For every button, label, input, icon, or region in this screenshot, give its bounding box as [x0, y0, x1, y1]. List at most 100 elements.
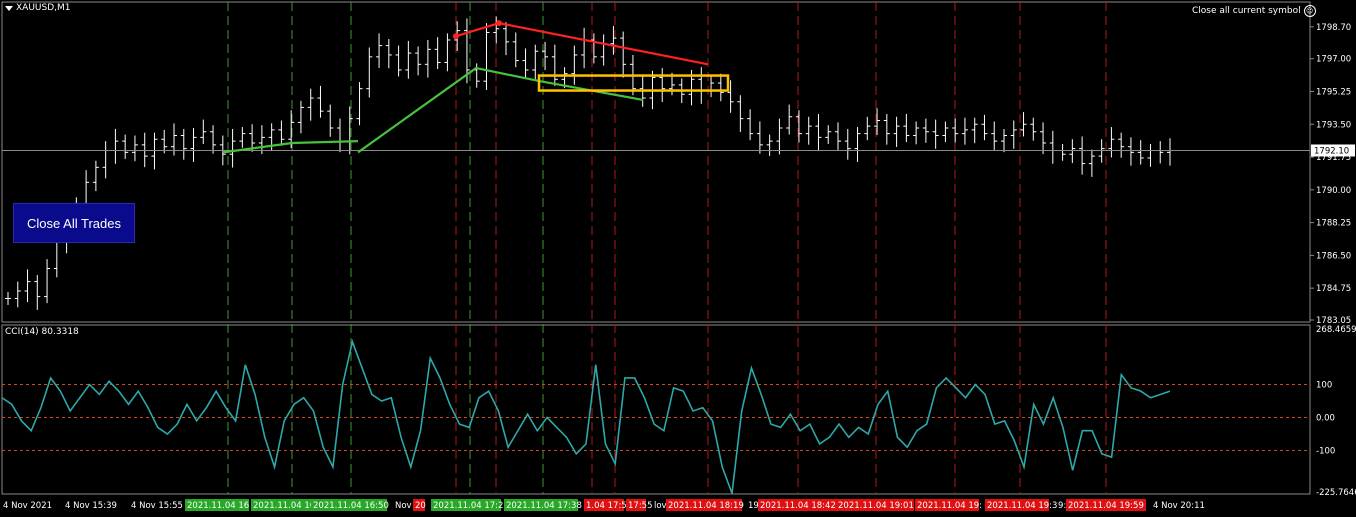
time-label: 4 Nov 15:39	[65, 501, 117, 511]
candle	[200, 119, 207, 144]
time-label: 9:	[1058, 501, 1066, 511]
candle	[1049, 130, 1056, 164]
candle	[854, 127, 861, 162]
candle	[1030, 117, 1037, 141]
trend-pivot-dot	[496, 20, 502, 27]
symbol-label: XAUUSD,M1	[16, 3, 71, 13]
price-tick-label: 1788.25	[1316, 219, 1351, 229]
candle	[395, 45, 402, 77]
candle	[610, 25, 617, 55]
candle	[34, 275, 41, 310]
candle	[942, 121, 949, 143]
candle	[971, 117, 978, 144]
chart-canvas[interactable]: 1798.701797.001795.251793.501791.751790.…	[0, 0, 1356, 517]
dropdown-triangle-icon[interactable]	[5, 5, 13, 11]
cci-panel-frame	[1, 324, 1311, 495]
time-label: 2021.11.04 19:59	[1068, 501, 1144, 511]
price-tick-label: 1786.50	[1316, 251, 1351, 261]
candle	[444, 33, 451, 72]
current-price-label: 1792.10	[1314, 146, 1349, 156]
candle	[102, 141, 109, 179]
candle	[551, 44, 558, 86]
candle	[376, 33, 383, 68]
candle	[190, 128, 197, 162]
price-tick-label: 1790.00	[1316, 186, 1351, 196]
candle	[883, 113, 890, 145]
candle	[698, 67, 705, 104]
candle	[991, 121, 998, 150]
candle	[346, 106, 353, 155]
candle	[24, 269, 31, 303]
candle	[512, 32, 519, 68]
candle	[581, 27, 588, 69]
candle	[5, 291, 11, 306]
cci-tick-label: 268.4659	[1316, 325, 1356, 335]
candle	[278, 120, 285, 146]
close-all-symbol-link[interactable]: Close all current symbol ☺	[1192, 5, 1316, 17]
smiley-icon[interactable]: ☺	[1303, 5, 1316, 17]
candle	[1157, 141, 1164, 164]
candle	[366, 47, 373, 98]
cci-tick-label: -100	[1316, 447, 1335, 457]
candle	[952, 118, 959, 143]
symbol-title: XAUUSD,M1	[5, 3, 71, 13]
green-trendline	[357, 66, 644, 154]
candle	[297, 100, 304, 134]
candle	[522, 48, 529, 79]
candle	[600, 34, 607, 66]
candle	[131, 135, 138, 162]
candle	[180, 128, 187, 160]
time-label: 2021.11.04 19:01	[838, 501, 914, 511]
time-label: 17:55	[628, 501, 653, 511]
candle	[737, 95, 744, 132]
candle	[825, 125, 832, 144]
candle	[913, 121, 920, 145]
price-tick-label: 1784.75	[1316, 284, 1351, 294]
time-label: 4 Nov 2021	[3, 501, 52, 511]
candle	[258, 125, 265, 155]
cci-tick-label: 100	[1316, 381, 1332, 391]
candle	[874, 108, 881, 135]
candle	[835, 122, 841, 150]
candle	[503, 22, 509, 56]
candle	[1127, 137, 1134, 166]
candle	[14, 281, 21, 308]
candle	[893, 116, 900, 147]
candle	[776, 118, 783, 155]
candle	[161, 129, 168, 154]
price-tick-label: 1797.00	[1316, 55, 1351, 65]
candle	[44, 259, 51, 304]
candle	[122, 134, 129, 159]
candle	[844, 128, 851, 160]
price-tick-label: 1795.25	[1316, 87, 1351, 97]
candle	[571, 45, 578, 85]
time-label: 4 Nov 15:55	[131, 501, 183, 511]
candle	[659, 68, 666, 102]
candle	[708, 76, 715, 98]
candle	[337, 118, 343, 153]
time-label: 2021.11.04 17:38	[506, 501, 582, 511]
trend-pivot-dot	[453, 33, 459, 40]
candle	[1059, 143, 1066, 161]
time-label: 2021.11.04 19:	[917, 501, 982, 511]
time-label: 2021.11.04 18:19	[668, 501, 744, 511]
candle	[307, 88, 314, 121]
candle	[805, 116, 812, 145]
candle	[961, 117, 968, 145]
close-all-trades-button[interactable]: Close All Trades	[13, 203, 135, 243]
candle	[795, 110, 802, 143]
candle	[1020, 112, 1027, 137]
candle	[415, 46, 422, 76]
candle	[1118, 132, 1125, 158]
candle	[747, 109, 754, 141]
candle	[210, 125, 217, 154]
candle	[229, 128, 236, 168]
candle	[532, 44, 539, 81]
red-trendline	[455, 21, 709, 66]
candle	[92, 160, 99, 192]
cci-title: CCI(14) 80.3318	[5, 327, 79, 337]
time-label: Nov	[395, 501, 412, 511]
candle	[1069, 139, 1076, 164]
candle	[141, 132, 148, 168]
candle	[483, 23, 490, 90]
